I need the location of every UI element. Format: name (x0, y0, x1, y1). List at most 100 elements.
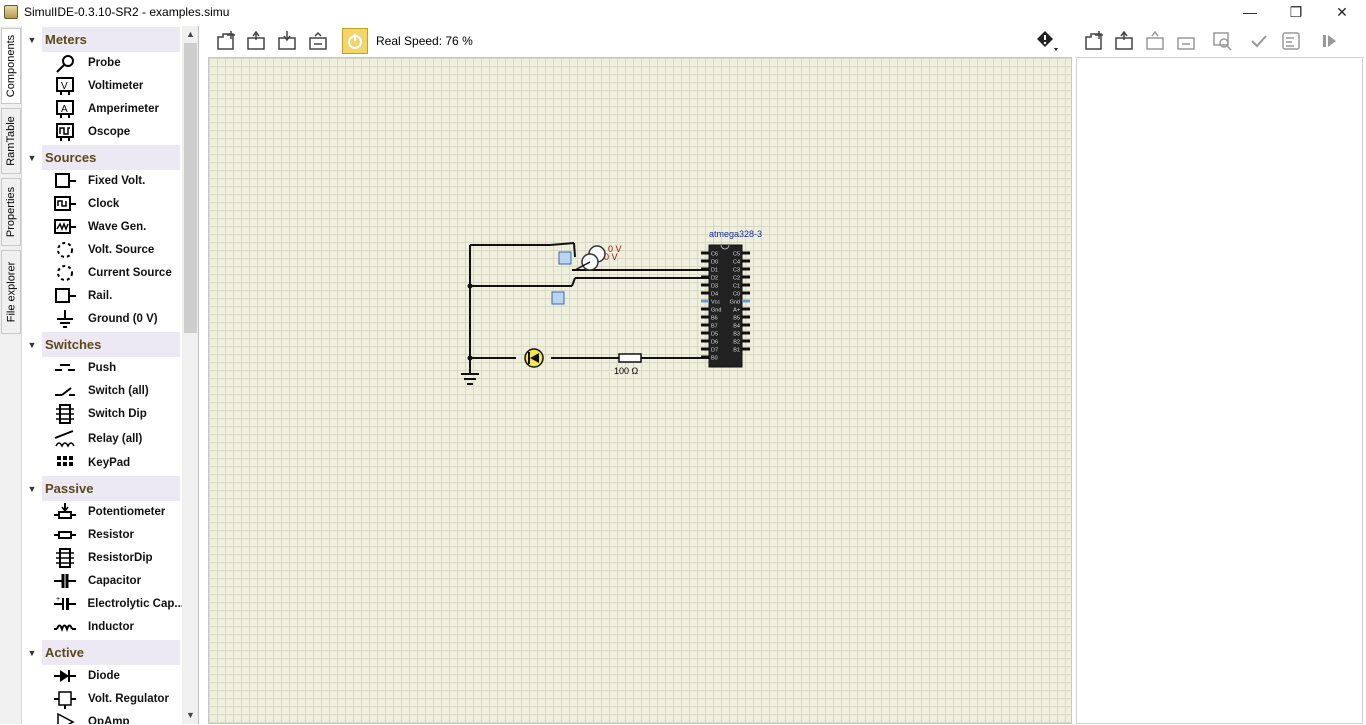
svg-text:V: V (61, 81, 68, 92)
component-label: Volt. Regulator (88, 693, 169, 705)
open-folder-icon (247, 30, 265, 50)
switch-dip-icon (52, 404, 78, 424)
title-bar: SimulIDE-0.3.10-SR2 - examples.simu — ❐ … (0, 0, 1366, 24)
tab-file-explorer[interactable]: File explorer (1, 250, 21, 334)
component-potentiometer[interactable]: Potentiometer (52, 501, 182, 523)
component-keypad[interactable]: KeyPad (52, 452, 182, 474)
app-icon (4, 5, 18, 19)
component-voltimeter[interactable]: V Voltimeter (52, 75, 182, 97)
component-rail[interactable]: Rail. (52, 285, 182, 307)
panel-scrollbar[interactable]: ▲ ▼ (182, 26, 198, 724)
component-label: Relay (all) (88, 433, 143, 445)
chip-pin-label: B4 (733, 324, 740, 330)
chip-pin-label: C0 (733, 292, 740, 298)
fixed-volt-icon (52, 171, 78, 191)
chip-pin-label: D2 (711, 276, 718, 282)
code-editor-panel[interactable] (1076, 57, 1363, 724)
editor-open-button[interactable] (1111, 28, 1137, 54)
keypad-icon (52, 453, 78, 473)
minimize-button[interactable]: — (1227, 0, 1273, 24)
component-fixed-volt[interactable]: Fixed Volt. (52, 170, 182, 192)
category-switches[interactable]: ▼ Switches (22, 332, 182, 357)
component-resistor-dip[interactable]: ResistorDip (52, 547, 182, 569)
oscope-icon (52, 122, 78, 142)
close-button[interactable]: ✕ (1319, 0, 1365, 24)
component-diode[interactable]: Diode (52, 665, 182, 687)
component-opamp[interactable]: OpAmp (52, 711, 182, 724)
chip-pin-label: C3 (733, 268, 740, 274)
component-oscope[interactable]: Oscope (52, 121, 182, 143)
component-capacitor[interactable]: Capacitor (52, 570, 182, 592)
component-label: OpAmp (88, 716, 130, 724)
scroll-up-icon[interactable]: ▲ (182, 26, 198, 43)
editor-save-button[interactable] (1142, 28, 1168, 54)
circuit-canvas[interactable]: 0 V 0 V 100 Ω atmega328-3 C6 D0 D1 D2 D3 D4 Vc… (208, 57, 1072, 724)
component-label: Voltimeter (88, 80, 144, 92)
editor-save-as-button[interactable] (1173, 28, 1199, 54)
component-volt-regulator[interactable]: Volt. Regulator (52, 688, 182, 710)
component-probe[interactable]: Probe (52, 52, 182, 74)
find-button[interactable] (1209, 28, 1235, 54)
category-meters[interactable]: ▼ Meters (22, 27, 182, 52)
compile-button[interactable] (1246, 28, 1272, 54)
chip-pin-label: C2 (733, 276, 740, 282)
tab-file-explorer-label: File explorer (5, 261, 17, 323)
diode-icon (52, 666, 78, 686)
power-button[interactable] (342, 28, 368, 54)
editor-new-button[interactable] (1081, 28, 1107, 54)
tab-ramtable[interactable]: RamTable (1, 108, 21, 174)
push-icon (52, 358, 78, 378)
upload-button[interactable] (1278, 28, 1304, 54)
category-passive[interactable]: ▼ Passive (22, 476, 182, 501)
new-circuit-button[interactable] (213, 28, 239, 54)
debug-button[interactable] (1316, 28, 1342, 54)
save-as-button[interactable] (305, 28, 331, 54)
component-inductor[interactable]: Inductor (52, 616, 182, 638)
chip-pin-label: D5 (711, 332, 718, 338)
chip-pin-label: D1 (711, 268, 718, 274)
tab-properties[interactable]: Properties (1, 178, 21, 246)
chip-pin-label: Vcc (711, 300, 720, 306)
component-wave-gen[interactable]: Wave Gen. (52, 216, 182, 238)
component-relay-all[interactable]: Relay (all) (52, 428, 182, 450)
component-label: ResistorDip (88, 552, 153, 564)
component-clock[interactable]: Clock (52, 193, 182, 215)
new-file-icon (217, 31, 235, 50)
volt-source-icon (52, 240, 78, 260)
component-label: Volt. Source (88, 244, 155, 256)
component-switch-all[interactable]: Switch (all) (52, 380, 182, 402)
inductor-icon (52, 617, 78, 637)
category-label: Meters (42, 27, 180, 52)
component-switch-dip[interactable]: Switch Dip (52, 403, 182, 425)
chip-pin-label: Gnd (711, 308, 721, 314)
scroll-thumb[interactable] (184, 43, 197, 333)
chip-pin-label: B6 (711, 316, 718, 322)
component-push[interactable]: Push (52, 357, 182, 379)
save-circuit-button[interactable] (274, 28, 300, 54)
electrolytic-cap-icon: + (52, 594, 77, 614)
resistor (618, 353, 642, 363)
component-current-source[interactable]: Current Source (52, 262, 182, 284)
component-electrolytic-cap[interactable]: + Electrolytic Cap... (52, 593, 182, 615)
chip-pin-label: D0 (711, 260, 718, 266)
wire (469, 245, 516, 359)
chip-pin-label: Gnd (730, 300, 740, 306)
warnings-button[interactable] (1034, 28, 1060, 54)
component-resistor[interactable]: Resistor (52, 524, 182, 546)
scroll-down-icon[interactable]: ▼ (182, 707, 198, 724)
chip-pin-label: D3 (711, 284, 718, 290)
category-active[interactable]: ▼ Active (22, 640, 182, 665)
current-source-icon (52, 263, 78, 283)
maximize-button[interactable]: ❐ (1273, 0, 1319, 24)
opamp-icon (52, 712, 78, 724)
save-icon (278, 31, 296, 50)
component-volt-source[interactable]: Volt. Source (52, 239, 182, 261)
real-speed-readout: Real Speed: 76 % (376, 34, 473, 48)
tab-components[interactable]: Components (1, 28, 21, 104)
tab-ramtable-label: RamTable (5, 116, 17, 166)
component-ground[interactable]: Ground (0 V) (52, 308, 182, 330)
category-sources[interactable]: ▼ Sources (22, 145, 182, 170)
open-circuit-button[interactable] (243, 28, 269, 54)
component-amperimeter[interactable]: A Amperimeter (52, 98, 182, 120)
chip-pin-label: B1 (733, 348, 740, 354)
